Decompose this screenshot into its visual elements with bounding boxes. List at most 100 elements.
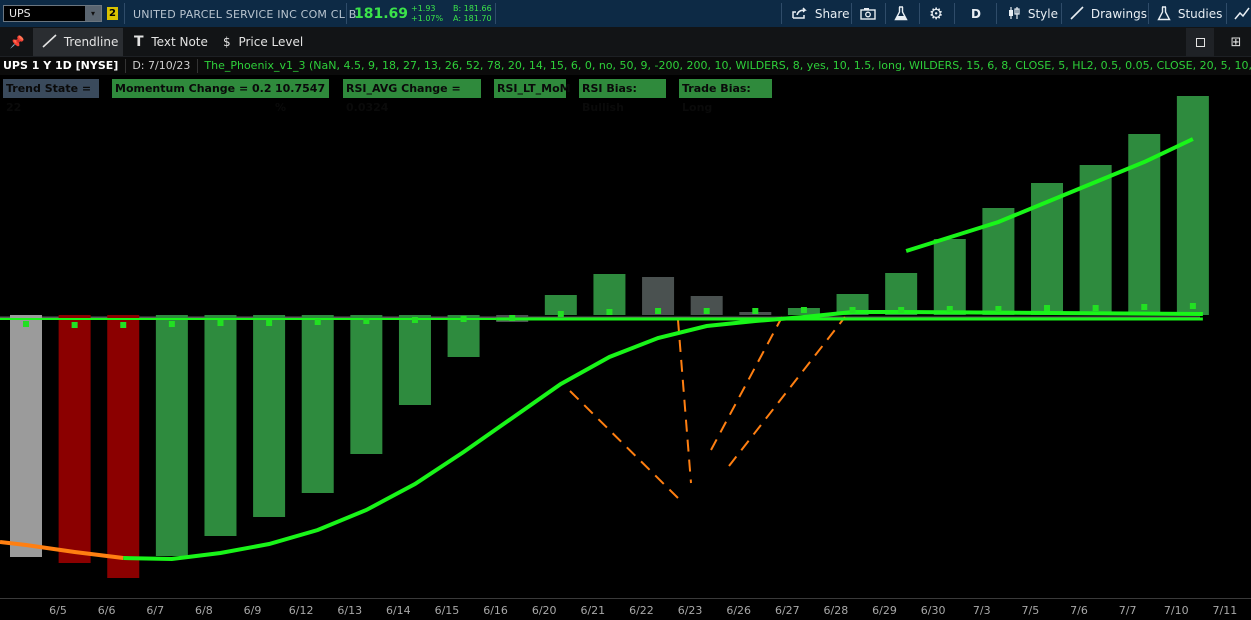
divider bbox=[1061, 3, 1062, 24]
study-parameters[interactable]: The_Phoenix_v1_3 (NaN, 4.5, 9, 18, 27, 1… bbox=[204, 59, 1251, 72]
x-tick-label: 6/14 bbox=[385, 604, 411, 617]
single-view-button[interactable] bbox=[1186, 28, 1214, 56]
trendline-drawing[interactable] bbox=[710, 316, 783, 451]
histogram-bar bbox=[155, 315, 188, 556]
x-tick-label: 7/5 bbox=[1021, 604, 1040, 617]
signal-dot bbox=[1189, 303, 1196, 309]
flask-icon bbox=[1157, 6, 1171, 21]
percent-change: +1.07% bbox=[411, 14, 444, 23]
share-icon bbox=[792, 7, 807, 19]
signal-dot bbox=[71, 322, 78, 328]
x-tick-label: 7/6 bbox=[1070, 604, 1088, 617]
signal-dot bbox=[217, 320, 224, 326]
trendline-drawing[interactable] bbox=[677, 319, 692, 484]
link-badge[interactable]: 2 bbox=[107, 7, 118, 20]
symbol-dropdown-icon[interactable]: ▾ bbox=[85, 6, 101, 21]
study-chart[interactable] bbox=[0, 78, 1251, 598]
histogram-bar bbox=[107, 315, 140, 578]
x-tick-label: 6/8 bbox=[195, 604, 213, 617]
company-name: UNITED PARCEL SERVICE INC COM CL B bbox=[133, 8, 357, 21]
chart-icon bbox=[1234, 7, 1250, 20]
dollar-icon: $ bbox=[223, 35, 231, 49]
histogram-bar bbox=[58, 315, 91, 563]
signal-dot bbox=[752, 308, 759, 314]
x-tick-label: 7/10 bbox=[1163, 604, 1189, 617]
symbol-input[interactable]: UPS ▾ bbox=[3, 5, 102, 22]
signal-dot bbox=[557, 311, 564, 317]
candle-icon bbox=[1009, 7, 1020, 19]
style-menu[interactable]: Style bbox=[1007, 6, 1058, 22]
grid-icon: ⊞ bbox=[1230, 35, 1242, 50]
text-note-label: Text Note bbox=[151, 35, 208, 49]
x-tick-label: 6/23 bbox=[677, 604, 703, 617]
signal-dot bbox=[703, 308, 710, 314]
lab-button[interactable] bbox=[894, 6, 908, 22]
x-tick-label: 6/20 bbox=[531, 604, 557, 617]
symbol-value: UPS bbox=[9, 7, 31, 20]
signal-dot bbox=[460, 316, 467, 322]
x-tick-label: 6/26 bbox=[726, 604, 752, 617]
signal-dot bbox=[120, 322, 127, 328]
x-tick-label: 6/12 bbox=[288, 604, 314, 617]
chart-menu-button[interactable] bbox=[1234, 6, 1250, 22]
x-tick-label: 6/5 bbox=[49, 604, 67, 617]
text-note-tool[interactable]: T Text Note bbox=[134, 28, 208, 56]
aggregation-selector[interactable]: D bbox=[971, 6, 981, 22]
signal-dot bbox=[655, 308, 662, 314]
settings-button[interactable]: ⚙ bbox=[929, 6, 943, 22]
trendline-tool[interactable]: Trendline bbox=[33, 28, 123, 56]
snapshot-button[interactable] bbox=[860, 6, 876, 22]
divider bbox=[851, 3, 852, 24]
signal-dot bbox=[363, 318, 370, 324]
trendline-drawing[interactable] bbox=[569, 390, 681, 501]
signal-dot bbox=[1044, 305, 1051, 311]
gear-icon: ⚙ bbox=[929, 4, 944, 23]
trendline-icon bbox=[42, 34, 57, 48]
net-change: +1.93 bbox=[411, 4, 436, 13]
drawings-menu[interactable]: Drawings bbox=[1070, 6, 1147, 22]
divider bbox=[996, 3, 997, 24]
flask-icon bbox=[894, 6, 908, 21]
pin-button[interactable]: 📌 bbox=[8, 28, 26, 56]
signal-dot bbox=[411, 317, 418, 323]
chart-symbol-info: UPS 1 Y 1D [NYSE] bbox=[3, 59, 119, 72]
pin-icon: 📌 bbox=[9, 35, 25, 49]
signal-dot bbox=[23, 321, 29, 327]
trendline-drawing[interactable] bbox=[728, 316, 846, 467]
x-tick-label: 6/30 bbox=[920, 604, 946, 617]
x-tick-label: 6/22 bbox=[629, 604, 654, 617]
pencil-line-icon bbox=[1070, 6, 1084, 20]
signal-dot bbox=[800, 307, 807, 313]
price-level-tool[interactable]: $ Price Level bbox=[223, 28, 303, 56]
x-tick-label: 7/11 bbox=[1212, 604, 1238, 617]
price-level-label: Price Level bbox=[238, 35, 304, 49]
x-tick-label: 6/9 bbox=[243, 604, 262, 617]
square-icon bbox=[1195, 38, 1205, 47]
signal-dot bbox=[849, 307, 856, 313]
signal-dot bbox=[606, 309, 613, 315]
bid-price: B: 181.66 bbox=[453, 4, 492, 13]
studies-menu[interactable]: Studies bbox=[1157, 6, 1222, 22]
ask-price: A: 181.70 bbox=[453, 14, 492, 23]
signal-dot bbox=[898, 307, 905, 313]
share-button[interactable]: Share bbox=[792, 6, 849, 22]
x-tick-label: 6/27 bbox=[774, 604, 800, 617]
grid-view-button[interactable]: ⊞ bbox=[1222, 28, 1250, 56]
header-bar: UPS ▾ 2 UNITED PARCEL SERVICE INC COM CL… bbox=[0, 0, 1251, 28]
divider bbox=[885, 3, 886, 24]
signal-dot bbox=[509, 315, 516, 321]
x-tick-label: 7/7 bbox=[1118, 604, 1137, 617]
divider bbox=[1226, 3, 1227, 24]
signal-dot bbox=[946, 306, 953, 312]
signal-line bbox=[123, 310, 1203, 562]
text-icon: T bbox=[134, 34, 144, 50]
trendline-label: Trendline bbox=[63, 35, 119, 49]
x-tick-label: 6/7 bbox=[146, 604, 165, 617]
signal-dot bbox=[266, 320, 273, 326]
signal-dot bbox=[1141, 304, 1148, 310]
divider bbox=[346, 3, 347, 24]
share-label: Share bbox=[814, 7, 850, 21]
x-tick-label: 6/16 bbox=[483, 604, 508, 617]
divider bbox=[1148, 3, 1149, 24]
x-tick-label: 6/13 bbox=[337, 604, 363, 617]
